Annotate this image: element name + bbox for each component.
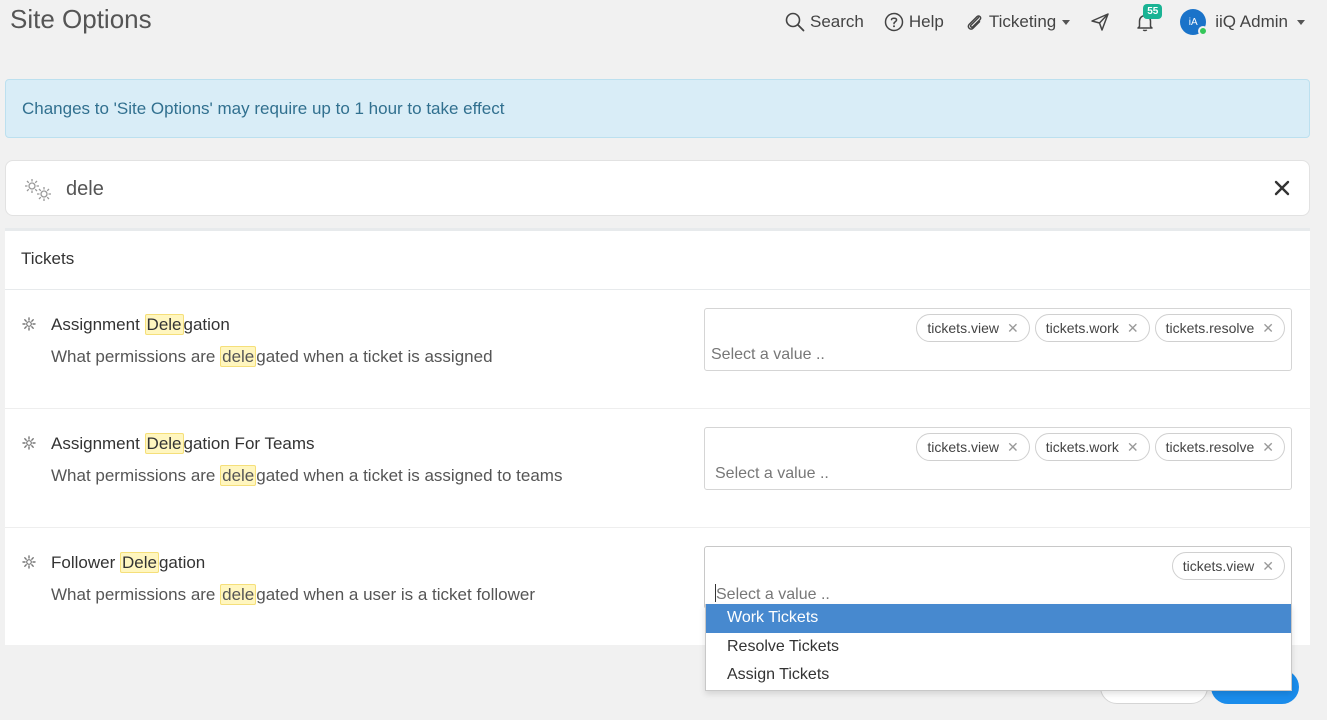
nav-help[interactable]: Help xyxy=(884,12,944,32)
option-title-text: Assignment xyxy=(51,315,145,334)
nav-notifications[interactable]: 55 xyxy=(1135,4,1163,32)
option-row: Assignment Dele gation What permissions a… xyxy=(5,290,1310,409)
gear-icon xyxy=(22,317,36,331)
tickets-options-panel: Tickets Assignment Dele gation What permi… xyxy=(5,228,1310,645)
user-menu[interactable]: iA iiQ Admin xyxy=(1180,9,1305,36)
permissions-dropdown: Work Tickets Resolve Tickets Assign Tick… xyxy=(705,604,1292,691)
dropdown-option-work-tickets[interactable]: Work Tickets xyxy=(706,604,1291,633)
chip-label: tickets.work xyxy=(1045,439,1119,455)
chip-label: tickets.view xyxy=(927,439,999,455)
option-description-text: What permissions are xyxy=(51,347,221,366)
chip-label: tickets.resolve xyxy=(1165,320,1255,336)
option-description: What permissions are dele gated when a ti… xyxy=(51,346,493,367)
option-title: Follower Dele gation xyxy=(51,552,206,573)
gears-icon xyxy=(25,179,51,201)
search-highlight: dele xyxy=(220,465,257,486)
chevron-down-icon xyxy=(1062,19,1071,25)
nav-search[interactable]: Search xyxy=(785,12,864,32)
user-name: iiQ Admin xyxy=(1215,12,1288,31)
chip: tickets.resolve ✕ xyxy=(1154,314,1285,342)
search-highlight: Dele xyxy=(144,433,184,454)
option-description: What permissions are dele gated when a ti… xyxy=(51,465,563,486)
select-placeholder: Select a value .. xyxy=(711,346,825,363)
chip: tickets.resolve ✕ xyxy=(1154,433,1285,461)
chevron-down-icon xyxy=(1297,19,1305,25)
option-description-text: gated when a ticket is assigned xyxy=(256,347,493,366)
gear-icon xyxy=(22,436,36,450)
nav-search-label: Search xyxy=(810,12,864,31)
gear-icon xyxy=(22,555,36,569)
chip-remove-icon[interactable]: ✕ xyxy=(1007,320,1019,337)
info-alert: Changes to 'Site Options' may require up… xyxy=(5,79,1310,138)
option-title-text: Assignment xyxy=(51,434,145,453)
option-title-text: gation xyxy=(158,553,206,572)
chip-label: tickets.view xyxy=(927,320,999,336)
chip: tickets.work ✕ xyxy=(1034,433,1150,461)
top-nav: Search Help Ticketing 55 iA iiQ Admin xyxy=(765,4,1305,36)
option-title: Assignment Dele gation For Teams xyxy=(51,433,315,454)
select-input[interactable]: Select a value .. xyxy=(715,584,830,604)
nav-send[interactable] xyxy=(1090,12,1115,32)
chip-remove-icon[interactable]: ✕ xyxy=(1262,439,1274,456)
selected-chips: tickets.view ✕ tickets.work ✕ tickets.reso… xyxy=(911,433,1285,461)
selected-chips: tickets.view ✕ tickets.work ✕ tickets.reso… xyxy=(911,314,1285,342)
option-description: What permissions are dele gated when a us… xyxy=(51,584,536,605)
top-bar: Site Options Search Help Ticketing 55 iA xyxy=(0,0,1327,44)
option-description-text: What permissions are xyxy=(51,585,221,604)
chip-label: tickets.resolve xyxy=(1165,439,1255,455)
nav-ticketing[interactable]: Ticketing xyxy=(964,12,1071,32)
option-title-text: gation For Teams xyxy=(183,434,315,453)
chip: tickets.view ✕ xyxy=(916,314,1030,342)
search-icon xyxy=(785,12,805,32)
option-row: Assignment Dele gation For Teams What per… xyxy=(5,409,1310,528)
info-alert-text: Changes to 'Site Options' may require up… xyxy=(22,99,505,118)
chip: tickets.work ✕ xyxy=(1034,314,1150,342)
paperclip-icon xyxy=(967,15,982,30)
chip-remove-icon[interactable]: ✕ xyxy=(1007,439,1019,456)
option-title-text: gation xyxy=(183,315,230,334)
avatar-initials: iA xyxy=(1188,16,1198,28)
option-description-text: gated when a ticket is assigned to teams xyxy=(256,466,563,485)
help-icon xyxy=(884,12,904,32)
dropdown-option-assign-tickets[interactable]: Assign Tickets xyxy=(706,661,1291,690)
permissions-multiselect[interactable]: tickets.view ✕ Select a value .. xyxy=(704,546,1292,609)
select-placeholder: Select a value .. xyxy=(715,465,829,482)
nav-help-label: Help xyxy=(908,12,944,31)
chip-label: tickets.view xyxy=(1182,558,1255,574)
panel-title: Tickets xyxy=(5,231,1310,290)
chip-label: tickets.work xyxy=(1045,320,1119,336)
options-search-box xyxy=(5,160,1310,216)
options-search-input[interactable] xyxy=(66,173,1246,205)
chip-remove-icon[interactable]: ✕ xyxy=(1262,320,1274,337)
permissions-multiselect[interactable]: tickets.view ✕ tickets.work ✕ tickets.reso… xyxy=(704,427,1292,490)
chip: tickets.view ✕ xyxy=(1171,552,1285,580)
search-highlight: dele xyxy=(220,584,257,605)
permissions-multiselect[interactable]: tickets.view ✕ tickets.work ✕ tickets.reso… xyxy=(704,308,1292,371)
paper-plane-icon xyxy=(1091,13,1109,31)
dropdown-option-resolve-tickets[interactable]: Resolve Tickets xyxy=(706,633,1291,662)
option-title-text: Follower xyxy=(51,553,120,572)
nav-ticketing-label: Ticketing xyxy=(988,12,1057,31)
chip: tickets.view ✕ xyxy=(916,433,1030,461)
selected-chips: tickets.view ✕ xyxy=(1167,552,1285,580)
notification-count-badge: 55 xyxy=(1143,4,1163,19)
search-highlight: Dele xyxy=(119,552,159,573)
search-highlight: Dele xyxy=(144,314,184,335)
option-description-text: What permissions are xyxy=(51,466,221,485)
online-status-dot xyxy=(1198,26,1209,36)
option-title: Assignment Dele gation xyxy=(51,314,230,335)
page-title: Site Options xyxy=(10,4,152,34)
chip-remove-icon[interactable]: ✕ xyxy=(1127,320,1139,337)
close-icon[interactable] xyxy=(1273,179,1291,197)
chip-remove-icon[interactable]: ✕ xyxy=(1127,439,1139,456)
chip-remove-icon[interactable]: ✕ xyxy=(1262,558,1274,575)
search-highlight: dele xyxy=(220,346,257,367)
avatar: iA xyxy=(1180,9,1209,36)
select-placeholder: Select a value .. xyxy=(716,586,830,603)
option-description-text: gated when a user is a ticket follower xyxy=(256,585,536,604)
